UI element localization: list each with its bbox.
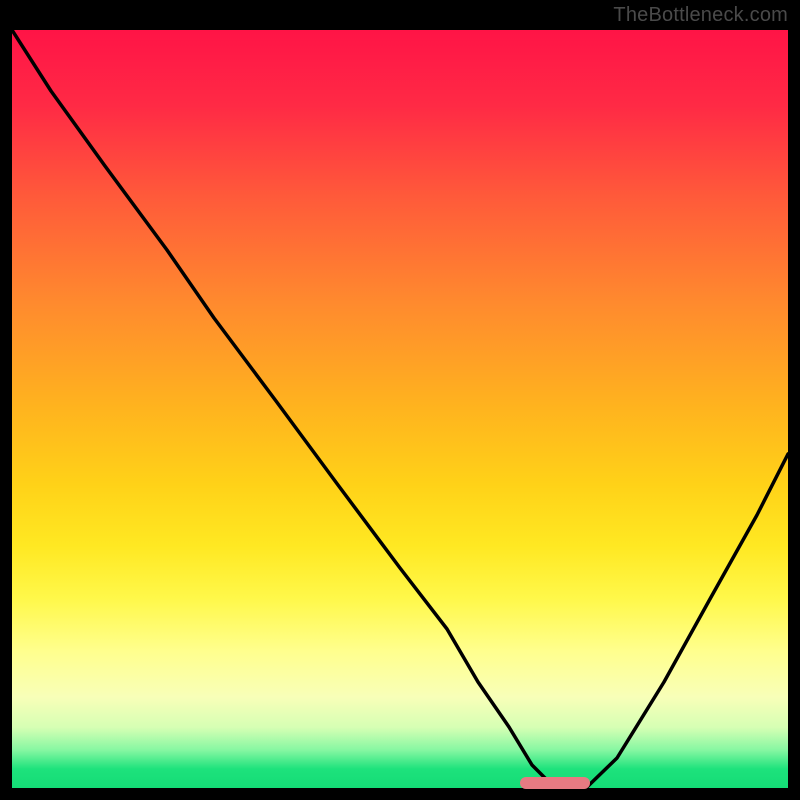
bottleneck-curve bbox=[12, 30, 788, 788]
optimal-range-marker bbox=[520, 777, 590, 789]
curve-layer bbox=[12, 30, 788, 788]
plot-area bbox=[12, 30, 788, 788]
chart-frame: TheBottleneck.com bbox=[0, 0, 800, 800]
attribution-label: TheBottleneck.com bbox=[613, 4, 788, 27]
